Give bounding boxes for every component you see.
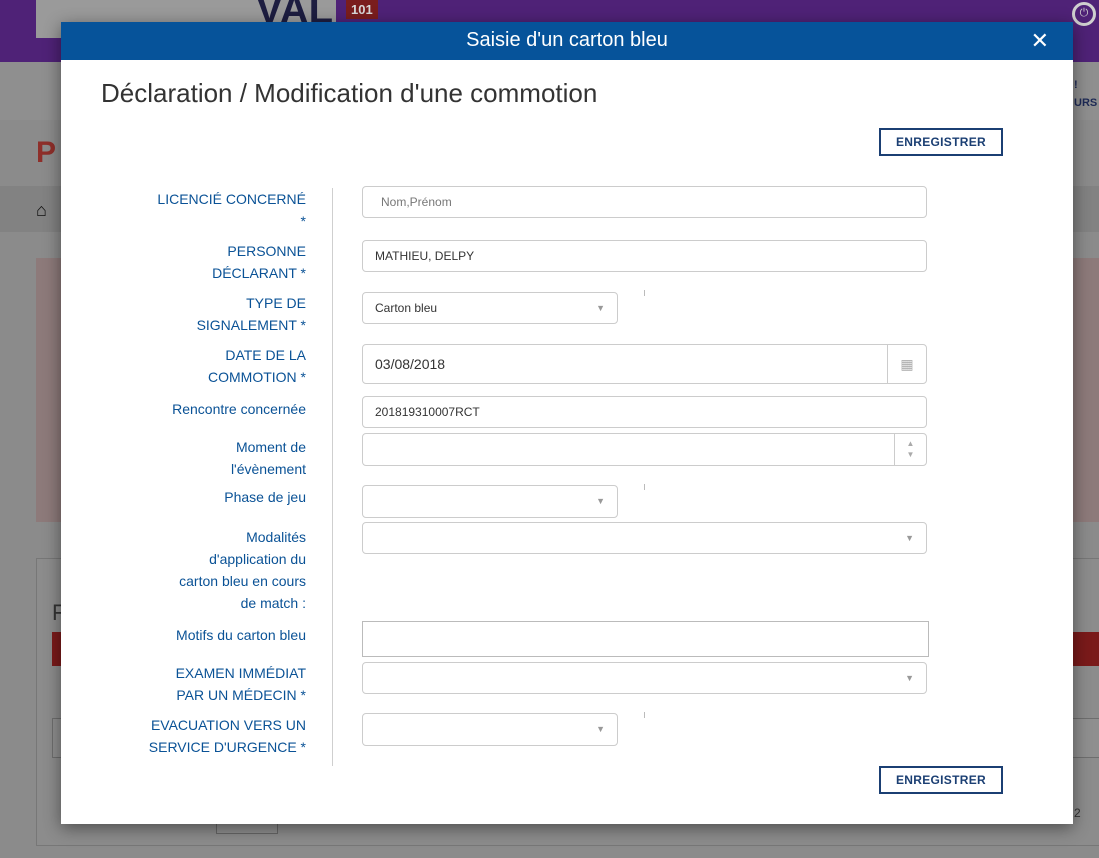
modalites-label: Modalités d'application du carton bleu e… <box>179 529 306 611</box>
tick-mark <box>644 290 645 296</box>
licencie-label: LICENCIÉ CONCERNÉ * <box>157 191 306 229</box>
close-icon[interactable]: ✕ <box>1031 28 1049 54</box>
evacuation-select[interactable]: ▼ <box>362 713 618 746</box>
moment-label: Moment de l'évènement <box>230 439 306 477</box>
motifs-label: Motifs du carton bleu <box>176 627 306 643</box>
nav-right-text: ! URS <box>1074 79 1098 109</box>
date-label: DATE DE LA COMMOTION * <box>208 347 306 385</box>
tick-mark <box>644 484 645 490</box>
modalites-select[interactable]: ▼ <box>362 522 927 554</box>
examen-label: EXAMEN IMMÉDIAT PAR UN MÉDECIN * <box>175 665 306 703</box>
rencontre-value: 201819310007RCT <box>375 405 480 419</box>
form-divider <box>332 188 333 766</box>
rencontre-input[interactable]: 201819310007RCT <box>362 396 927 428</box>
chevron-down-icon: ▼ <box>596 724 605 734</box>
date-value: 03/08/2018 <box>375 356 446 372</box>
rencontre-label: Rencontre concernée <box>172 401 306 417</box>
type-signalement-label: TYPE DE SIGNALEMENT * <box>196 295 306 333</box>
examen-select[interactable]: ▼ <box>362 662 927 694</box>
page-number: 2 <box>1074 806 1081 820</box>
save-button-bottom[interactable]: ENREGISTRER <box>879 766 1003 794</box>
date-input[interactable]: 03/08/2018 ▦ <box>362 344 927 384</box>
carton-bleu-modal: Saisie d'un carton bleu ✕ Déclaration / … <box>61 22 1073 824</box>
chevron-down-icon: ▼ <box>596 496 605 506</box>
chevron-down-icon: ▼ <box>905 673 914 683</box>
type-signalement-select[interactable]: Carton bleu ▼ <box>362 292 618 324</box>
licencie-placeholder: Nom,Prénom <box>381 195 452 209</box>
phase-label: Phase de jeu <box>224 489 306 505</box>
licencie-input[interactable]: Nom,Prénom <box>362 186 927 218</box>
notification-badge: 101 <box>346 0 378 19</box>
motifs-textarea[interactable] <box>362 621 929 657</box>
modal-header: Saisie d'un carton bleu ✕ <box>61 22 1073 60</box>
phase-select[interactable]: ▼ <box>362 485 618 518</box>
modal-title: Saisie d'un carton bleu <box>466 29 668 51</box>
page-title: P <box>36 136 57 169</box>
evacuation-label: EVACUATION VERS UN SERVICE D'URGENCE * <box>148 717 306 755</box>
chevron-down-icon: ▼ <box>596 303 605 313</box>
declarant-label: PERSONNE DÉCLARANT * <box>212 243 306 281</box>
form-heading: Déclaration / Modification d'une commoti… <box>101 78 598 108</box>
tick-mark <box>644 712 645 718</box>
declarant-input[interactable]: MATHIEU, DELPY <box>362 240 927 272</box>
declarant-value: MATHIEU, DELPY <box>375 249 475 263</box>
chevron-down-icon: ▼ <box>905 533 914 543</box>
calendar-icon[interactable]: ▦ <box>887 345 926 383</box>
home-icon[interactable]: ⌂ <box>36 200 47 221</box>
spinner-icon[interactable]: ▲ ▼ <box>894 434 926 465</box>
type-signalement-value: Carton bleu <box>375 301 438 315</box>
save-button-top[interactable]: ENREGISTRER <box>879 128 1003 156</box>
power-icon[interactable]: ⏻ <box>1072 2 1096 26</box>
moment-stepper[interactable]: ▲ ▼ <box>362 433 927 466</box>
